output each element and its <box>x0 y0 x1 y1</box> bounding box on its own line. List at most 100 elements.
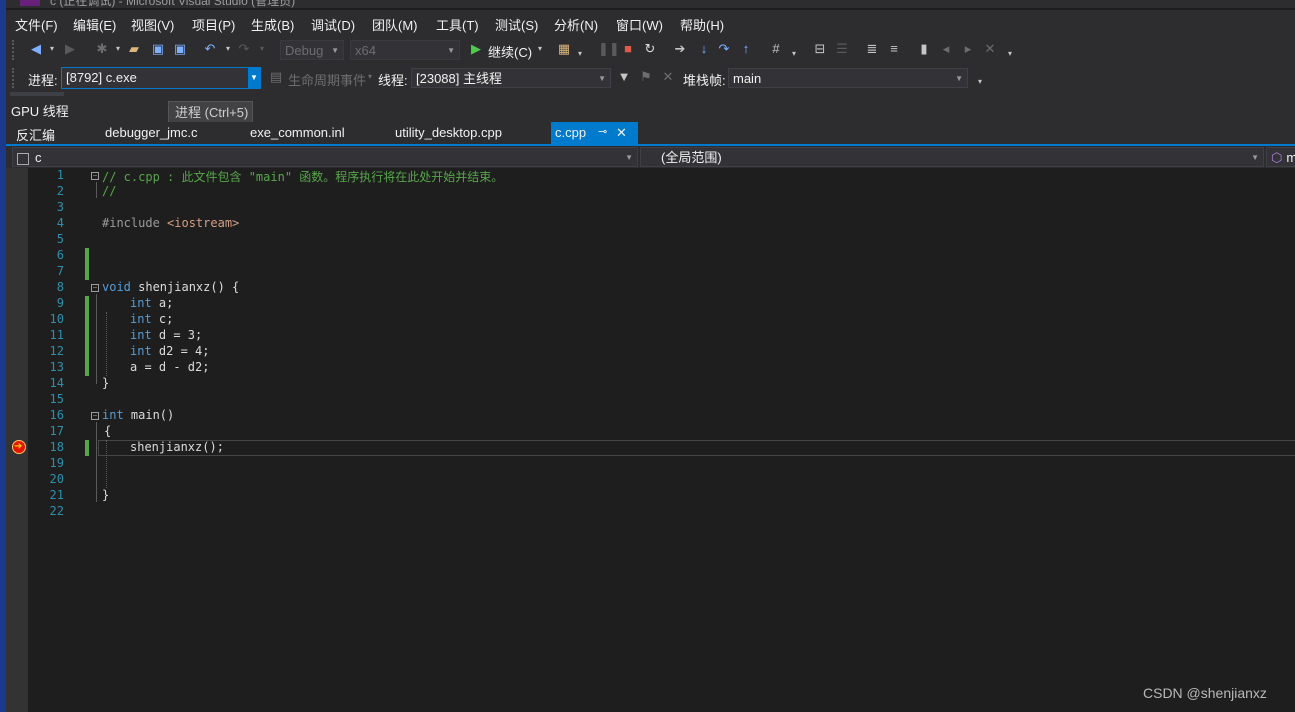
indent-guide <box>106 312 107 376</box>
chevron-down-icon[interactable]: ▾ <box>110 41 126 57</box>
menu-team[interactable]: 团队(M) <box>372 15 418 34</box>
chevron-down-icon[interactable]: ▾ <box>972 74 988 90</box>
menu-view[interactable]: 视图(V) <box>131 15 174 34</box>
chevron-down-icon: ▼ <box>447 46 455 55</box>
new-project-icon[interactable]: ✱ <box>94 41 110 57</box>
save-icon[interactable]: ▣ <box>150 41 166 57</box>
keyword: int <box>102 408 124 422</box>
collapse-icon[interactable]: − <box>91 284 99 292</box>
configuration-value: Debug <box>285 43 324 58</box>
chevron-down-icon[interactable]: ▾ <box>362 69 378 85</box>
clear-bookmarks-icon[interactable]: ✕ <box>982 41 998 57</box>
keyword: int <box>130 328 152 342</box>
code-editor[interactable]: − − − // c.cpp : 此文件包含 "main" 函数。程序执行将在此… <box>68 168 1295 712</box>
scope-select[interactable]: (全局范围) ▼ <box>640 147 1264 167</box>
stop-debugging-icon[interactable]: ■ <box>620 41 636 57</box>
tab-utility-desktop-cpp[interactable]: utility_desktop.cpp <box>395 125 502 140</box>
step-out-icon[interactable]: ↑ <box>738 41 754 57</box>
step-over-icon[interactable]: ↷ <box>716 41 732 57</box>
stack-icon[interactable]: ☰ <box>834 41 850 57</box>
toolbar-grip[interactable] <box>12 40 18 60</box>
toolbar-grip[interactable] <box>12 68 18 88</box>
menu-help[interactable]: 帮助(H) <box>680 15 724 34</box>
menu-test[interactable]: 测试(S) <box>495 15 538 34</box>
thread-select[interactable]: [23088] 主线程 ▼ <box>411 68 611 88</box>
pin-icon[interactable]: ⊸ <box>598 125 607 138</box>
filter-icon[interactable]: ▼ <box>616 69 632 85</box>
save-all-icon[interactable]: ▣ <box>172 41 188 57</box>
previous-bookmark-icon[interactable]: ◂ <box>938 41 954 57</box>
undo-icon[interactable]: ↶ <box>202 41 218 57</box>
menu-debug[interactable]: 调试(D) <box>311 15 355 34</box>
show-next-statement-icon[interactable]: ➔ <box>672 41 688 57</box>
solution-configuration-select[interactable]: Debug ▼ <box>280 40 344 60</box>
comment-icon[interactable]: ≡ <box>886 41 902 57</box>
change-marker <box>85 440 89 456</box>
member-select[interactable]: ⬡m <box>1266 147 1295 167</box>
chevron-down-icon[interactable]: ▾ <box>254 41 270 57</box>
continue-play-icon[interactable]: ▶ <box>468 41 484 57</box>
menu-file[interactable]: 文件(F) <box>15 15 58 34</box>
hex-display-icon[interactable]: # <box>768 41 784 57</box>
scope-value: (全局范围) <box>661 150 722 165</box>
break-all-icon[interactable]: ❚❚ <box>598 41 620 57</box>
include-header: <iostream> <box>167 216 240 230</box>
line-number: 11 <box>49 328 64 342</box>
bookmark-icon[interactable]: ▮ <box>916 41 932 57</box>
restart-icon[interactable]: ↻ <box>642 41 658 57</box>
navigate-back-icon[interactable]: ◀ <box>28 41 44 57</box>
keyword: int <box>130 344 152 358</box>
line-number: 16 <box>49 408 64 422</box>
step-into-icon[interactable]: ↓ <box>696 41 712 57</box>
watermark: CSDN @shenjianxz <box>1143 685 1267 701</box>
chevron-down-icon[interactable]: ▾ <box>786 46 802 62</box>
tab-exe-common-inl[interactable]: exe_common.inl <box>250 125 345 140</box>
line-number: 5 <box>56 232 64 246</box>
menu-tools[interactable]: 工具(T) <box>436 15 479 34</box>
code-line-13: a = d - d2; <box>130 360 210 374</box>
tab-disassembly[interactable]: 反汇编 <box>16 125 55 144</box>
project-select[interactable]: c ▼ <box>12 147 638 167</box>
continue-button[interactable]: 继续(C) <box>488 42 532 61</box>
project-icon <box>17 152 29 165</box>
code-text: a; <box>151 296 174 310</box>
breakpoint-current-statement-icon[interactable]: ➔ <box>12 440 26 454</box>
menu-analyze[interactable]: 分析(N) <box>554 15 598 34</box>
navigate-forward-icon[interactable]: ▶ <box>62 41 78 57</box>
indent-icon[interactable]: ≣ <box>864 41 880 57</box>
collapse-icon[interactable]: − <box>91 412 99 420</box>
line-number: 7 <box>56 264 64 278</box>
chevron-down-icon: ▼ <box>248 68 260 88</box>
redo-icon[interactable]: ↷ <box>236 41 252 57</box>
lifecycle-events-button[interactable]: 生命周期事件 <box>288 70 366 89</box>
solution-platform-select[interactable]: x64 ▼ <box>350 40 460 60</box>
stack-frame-select[interactable]: main ▼ <box>728 68 968 88</box>
menu-window[interactable]: 窗口(W) <box>616 15 663 34</box>
open-file-icon[interactable]: ▰ <box>126 41 142 57</box>
tab-debugger-jmc-c[interactable]: debugger_jmc.c <box>105 125 198 140</box>
menu-edit[interactable]: 编辑(E) <box>73 15 116 34</box>
find-in-files-icon[interactable]: ▦ <box>556 41 572 57</box>
line-number: 14 <box>49 376 64 390</box>
toolbar-grip[interactable] <box>10 92 64 96</box>
chevron-down-icon[interactable]: ▾ <box>1002 46 1018 62</box>
thread-icon[interactable]: ⊟ <box>812 41 828 57</box>
keyword: int <box>130 296 152 310</box>
chevron-down-icon[interactable]: ▾ <box>220 41 236 57</box>
toggle-flag-icon[interactable]: ⚑ <box>638 69 654 85</box>
menu-project[interactable]: 项目(P) <box>192 15 235 34</box>
chevron-down-icon[interactable]: ▾ <box>44 41 60 57</box>
collapse-icon[interactable]: − <box>91 172 99 180</box>
process-value: [8792] c.exe <box>66 70 137 85</box>
chevron-down-icon[interactable]: ▾ <box>532 41 548 57</box>
remove-flags-icon[interactable]: ✕ <box>660 69 676 85</box>
tab-c-cpp-label: c.cpp <box>555 125 587 140</box>
process-select[interactable]: [8792] c.exe ▼ <box>61 67 261 89</box>
current-line-highlight <box>98 440 1295 456</box>
lifecycle-events-icon[interactable]: ▤ <box>268 69 284 85</box>
chevron-down-icon[interactable]: ▾ <box>572 46 588 62</box>
next-bookmark-icon[interactable]: ▸ <box>960 41 976 57</box>
menu-bar: 文件(F) 编辑(E) 视图(V) 项目(P) 生成(B) 调试(D) 团队(M… <box>6 10 1295 36</box>
close-tab-icon[interactable]: ✕ <box>616 125 627 141</box>
menu-build[interactable]: 生成(B) <box>251 15 294 34</box>
